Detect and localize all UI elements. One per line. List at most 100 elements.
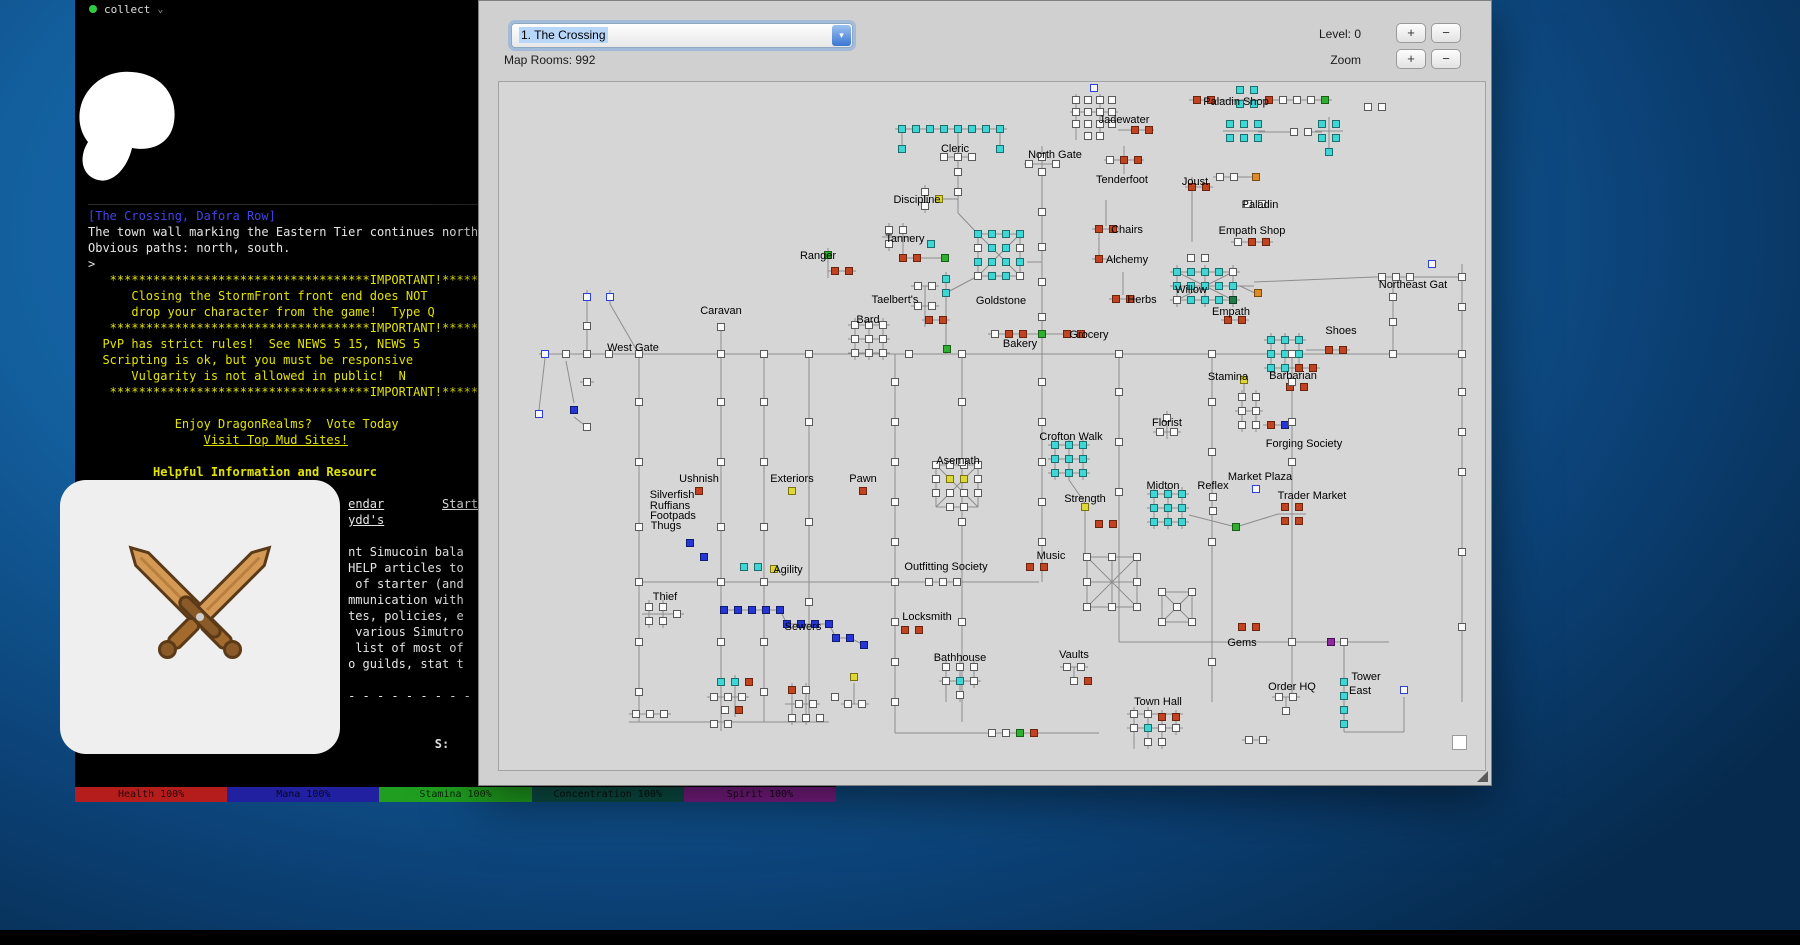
map-room[interactable] [969, 154, 976, 161]
map-room[interactable] [1239, 422, 1246, 429]
map-room[interactable] [1039, 209, 1046, 216]
map-room[interactable] [1039, 459, 1046, 466]
map-room[interactable] [852, 350, 859, 357]
map-room[interactable] [1280, 97, 1287, 104]
map-room[interactable] [1209, 659, 1216, 666]
map-room[interactable] [947, 476, 954, 483]
map-room[interactable] [1341, 693, 1348, 700]
map-room[interactable] [971, 664, 978, 671]
map-room[interactable] [761, 351, 768, 358]
map-room[interactable] [940, 317, 947, 324]
map-room[interactable] [900, 255, 907, 262]
map-room[interactable] [701, 554, 708, 561]
map-room[interactable] [955, 126, 962, 133]
map-room[interactable] [942, 255, 949, 262]
map-room[interactable] [777, 607, 784, 614]
map-room[interactable] [845, 701, 852, 708]
map-room[interactable] [1209, 399, 1216, 406]
map-room[interactable] [1026, 161, 1033, 168]
map-room[interactable] [1251, 87, 1258, 94]
map-room[interactable] [1296, 337, 1303, 344]
map-room[interactable] [943, 276, 950, 283]
map-room[interactable] [718, 524, 725, 531]
map-room[interactable] [1151, 519, 1158, 526]
map-room[interactable] [718, 579, 725, 586]
map-room[interactable] [1319, 135, 1326, 142]
map-room[interactable] [1165, 519, 1172, 526]
map-room[interactable] [755, 564, 762, 571]
map-room[interactable] [1459, 469, 1466, 476]
map-room[interactable] [1189, 619, 1196, 626]
map-room[interactable] [832, 694, 839, 701]
map-room[interactable] [1291, 129, 1298, 136]
map-room[interactable] [1188, 269, 1195, 276]
map-room[interactable] [1390, 319, 1397, 326]
map-room[interactable] [1289, 419, 1296, 426]
map-room[interactable] [1174, 297, 1181, 304]
map-room[interactable] [997, 146, 1004, 153]
map-room[interactable] [796, 701, 803, 708]
map-room[interactable] [1173, 714, 1180, 721]
map-room[interactable] [1290, 694, 1297, 701]
map-room[interactable] [1039, 314, 1046, 321]
map-room[interactable] [899, 146, 906, 153]
map-room[interactable] [660, 604, 667, 611]
map-room[interactable] [902, 627, 909, 634]
map-room[interactable] [975, 490, 982, 497]
map-room[interactable] [961, 504, 968, 511]
map-room[interactable] [1235, 239, 1242, 246]
map-room[interactable] [1052, 456, 1059, 463]
map-room[interactable] [1459, 274, 1466, 281]
map-room[interactable] [975, 245, 982, 252]
map-room[interactable] [1135, 157, 1142, 164]
map-room[interactable] [1296, 351, 1303, 358]
map-room[interactable] [1085, 121, 1092, 128]
map-room[interactable] [989, 259, 996, 266]
map-room[interactable] [1263, 239, 1270, 246]
chevron-down-icon[interactable]: ⌄ [157, 4, 163, 15]
map-room[interactable] [926, 317, 933, 324]
map-room[interactable] [1253, 486, 1260, 493]
map-room[interactable] [806, 419, 813, 426]
map-room[interactable] [1071, 678, 1078, 685]
map-room[interactable] [1209, 351, 1216, 358]
map-room[interactable] [826, 621, 833, 628]
map-room[interactable] [1085, 133, 1092, 140]
map-room[interactable] [1096, 226, 1103, 233]
map-room[interactable] [1109, 604, 1116, 611]
map-room[interactable] [1174, 269, 1181, 276]
map-room[interactable] [1202, 269, 1209, 276]
map-room[interactable] [933, 476, 940, 483]
map-room[interactable] [1255, 290, 1262, 297]
map-select-dropdown[interactable]: 1. The Crossing ▾ [511, 23, 853, 48]
map-room[interactable] [1459, 389, 1466, 396]
map-room[interactable] [983, 126, 990, 133]
map-room[interactable] [761, 689, 768, 696]
map-room[interactable] [1253, 422, 1260, 429]
map-room[interactable] [892, 459, 899, 466]
map-room[interactable] [1041, 564, 1048, 571]
map-room[interactable] [806, 351, 813, 358]
map-room[interactable] [989, 245, 996, 252]
map-room[interactable] [1296, 518, 1303, 525]
map-room[interactable] [806, 519, 813, 526]
map-room[interactable] [725, 721, 732, 728]
map-room[interactable] [892, 539, 899, 546]
map-room[interactable] [926, 579, 933, 586]
map-room[interactable] [989, 231, 996, 238]
map-room[interactable] [718, 459, 725, 466]
map-room[interactable] [1322, 97, 1329, 104]
map-room[interactable] [1039, 169, 1046, 176]
map-room[interactable] [739, 694, 746, 701]
map-room[interactable] [1064, 664, 1071, 671]
map-room[interactable] [1216, 283, 1223, 290]
map-room[interactable] [927, 126, 934, 133]
map-room[interactable] [696, 488, 703, 495]
map-room[interactable] [959, 351, 966, 358]
map-room[interactable] [789, 715, 796, 722]
map-room[interactable] [1282, 337, 1289, 344]
map-room[interactable] [1230, 269, 1237, 276]
map-room[interactable] [1145, 739, 1152, 746]
map-room[interactable] [803, 687, 810, 694]
map-room[interactable] [1110, 521, 1117, 528]
